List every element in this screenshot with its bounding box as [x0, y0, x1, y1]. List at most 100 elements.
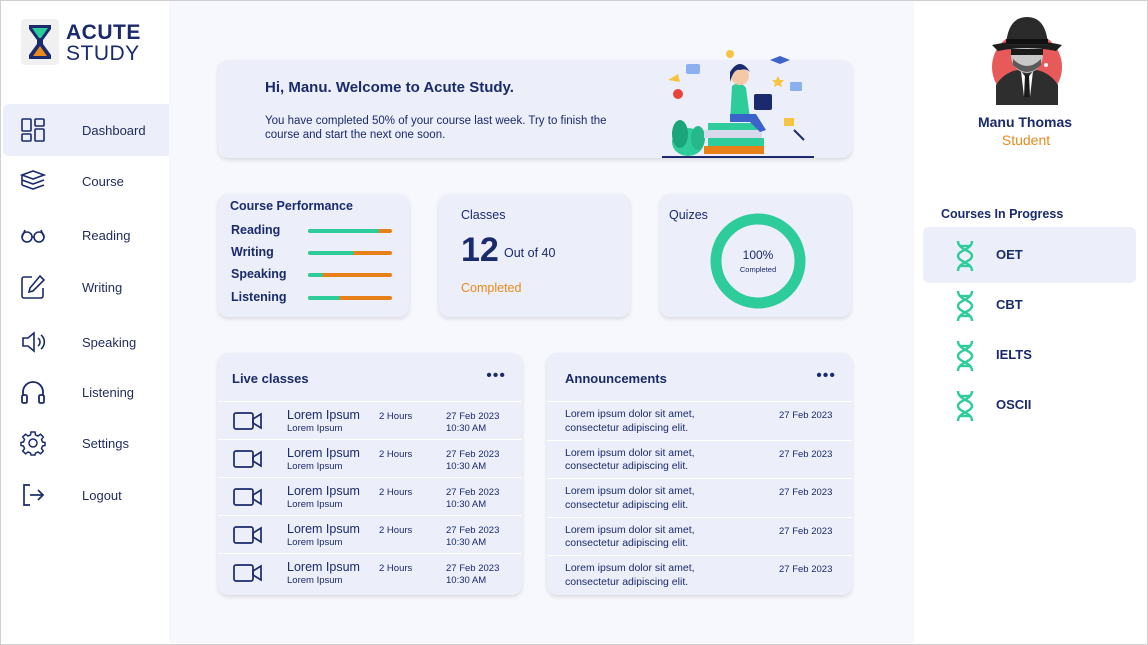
class-duration: 2 Hours: [379, 487, 413, 498]
nav-item-settings[interactable]: Settings: [3, 417, 186, 469]
class-duration: 2 Hours: [379, 525, 413, 536]
class-date: 27 Feb 2023: [446, 525, 500, 536]
welcome-text: You have completed 50% of your course la…: [265, 115, 607, 141]
nav-label: Dashboard: [82, 123, 146, 138]
class-time: 10:30 AM: [446, 536, 487, 548]
course-label: CBT: [996, 297, 1023, 312]
course-item-oscii[interactable]: OSCII: [923, 377, 1136, 433]
dna-icon: [956, 340, 974, 372]
class-time: 10:30 AM: [446, 460, 487, 472]
class-date: 27 Feb 2023: [446, 411, 500, 422]
announcement-date: 27 Feb 2023: [779, 448, 833, 460]
announcement-date: 27 Feb 2023: [779, 487, 833, 498]
announcement-date: 27 Feb 2023: [779, 525, 833, 537]
course-label: IELTS: [996, 347, 1032, 362]
table-row[interactable]: Lorem Ipsum Lorem Ipsum 2 Hours 27 Feb 2023…: [218, 439, 522, 477]
performance-row-writing: Writing: [231, 245, 401, 261]
classes-total: Out of 40: [504, 246, 556, 260]
quiz-percent: 100%: [742, 248, 774, 262]
performance-row-listening: Listening: [231, 290, 401, 306]
announcements-title: Announcements: [565, 371, 667, 386]
sidebar: ACUTE STUDY Dashboard Course Reading Wri…: [1, 1, 186, 643]
course-label: OET: [996, 247, 1023, 262]
logout-icon: [23, 484, 45, 506]
list-item[interactable]: Lorem ipsum dolor sit amet, consectetur …: [547, 516, 852, 556]
classes-status: Completed: [461, 281, 522, 295]
class-datetime: 27 Feb 2023 10:30 AM: [446, 487, 499, 510]
edit-icon: [21, 274, 46, 299]
dashboard-icon: [21, 118, 45, 142]
class-date: 27 Feb 2023: [446, 563, 500, 574]
class-subtitle: Lorem Ipsum: [287, 423, 343, 434]
video-camera-icon: [233, 488, 262, 506]
class-subtitle: Lorem Ipsum: [287, 499, 343, 510]
nav-label: Reading: [82, 228, 131, 243]
list-item[interactable]: Lorem ipsum dolor sit amet, consectetur …: [547, 401, 852, 440]
course-item-cbt[interactable]: CBT: [923, 277, 1136, 333]
nav-item-logout[interactable]: Logout: [3, 469, 186, 521]
class-time: 10:30 AM: [446, 498, 487, 510]
dna-icon: [956, 240, 974, 272]
course-item-oet[interactable]: OET: [923, 227, 1136, 283]
nav-item-writing[interactable]: Writing: [3, 261, 186, 313]
class-datetime: 27 Feb 2023 10:30 AM: [446, 449, 499, 472]
books-icon: [20, 170, 46, 190]
user-name: Manu Thomas: [977, 114, 1073, 130]
performance-bar: [308, 229, 392, 233]
avatar[interactable]: [990, 15, 1064, 105]
table-row[interactable]: Lorem Ipsum Lorem Ipsum 2 Hours 27 Feb 2023…: [218, 553, 522, 591]
table-row[interactable]: Lorem Ipsum Lorem Ipsum 2 Hours 27 Feb 2023…: [218, 477, 522, 515]
announcement-text: Lorem ipsum dolor sit amet, consectetur …: [565, 446, 695, 473]
class-title: Lorem Ipsum: [287, 446, 360, 460]
class-duration: 2 Hours: [379, 411, 413, 422]
performance-label: Reading: [231, 223, 281, 237]
main-content: Hi, Manu. Welcome to Acute Study. You ha…: [169, 1, 914, 643]
class-datetime: 27 Feb 2023 10:30 AM: [446, 563, 499, 586]
hourglass-logo-icon: [21, 19, 59, 65]
list-item[interactable]: Lorem ipsum dolor sit amet, consectetur …: [547, 478, 852, 517]
course-label: OSCII: [996, 397, 1032, 412]
class-subtitle: Lorem Ipsum: [287, 575, 343, 586]
nav-item-speaking[interactable]: Speaking: [3, 316, 186, 368]
quiz-label: Completed: [739, 265, 777, 274]
performance-label: Listening: [231, 290, 287, 304]
brand-logo[interactable]: ACUTE STUDY: [21, 19, 161, 69]
course-item-ielts[interactable]: IELTS: [923, 327, 1136, 383]
quizes-card: Quizes 100% Completed: [660, 194, 851, 317]
dna-icon: [956, 390, 974, 422]
video-camera-icon: [233, 412, 262, 430]
nav-label: Course: [82, 174, 124, 189]
list-item[interactable]: Lorem ipsum dolor sit amet, consectetur …: [547, 439, 852, 479]
nav-item-reading[interactable]: Reading: [3, 209, 186, 261]
speaker-icon: [22, 331, 46, 353]
list-item[interactable]: Lorem ipsum dolor sit amet, consectetur …: [547, 555, 852, 594]
nav-item-dashboard[interactable]: Dashboard: [3, 104, 186, 156]
user-role: Student: [1001, 132, 1051, 148]
class-datetime: 27 Feb 2023 10:30 AM: [446, 525, 499, 548]
nav-label: Settings: [82, 436, 129, 451]
class-date: 27 Feb 2023: [446, 449, 500, 460]
video-camera-icon: [233, 564, 262, 582]
more-options-button[interactable]: •••: [816, 367, 836, 385]
nav-item-course[interactable]: Course: [3, 155, 186, 207]
class-datetime: 27 Feb 2023 10:30 AM: [446, 411, 499, 434]
dna-icon: [956, 290, 974, 322]
class-duration: 2 Hours: [379, 449, 413, 460]
class-subtitle: Lorem Ipsum: [287, 537, 343, 548]
class-time: 10:30 AM: [446, 574, 487, 586]
table-row[interactable]: Lorem Ipsum Lorem Ipsum 2 Hours 27 Feb 2023…: [218, 515, 522, 553]
announcement-text: Lorem ipsum dolor sit amet, consectetur …: [565, 485, 695, 511]
live-classes-title: Live classes: [232, 371, 309, 386]
nav-item-listening[interactable]: Listening: [3, 366, 186, 418]
class-date: 27 Feb 2023: [446, 487, 500, 498]
announcement-date: 27 Feb 2023: [779, 564, 833, 575]
live-classes-list: Lorem Ipsum Lorem Ipsum 2 Hours 27 Feb 2023…: [218, 401, 522, 591]
class-time: 10:30 AM: [446, 422, 487, 434]
more-options-button[interactable]: •••: [486, 367, 506, 385]
table-row[interactable]: Lorem Ipsum Lorem Ipsum 2 Hours 27 Feb 2023…: [218, 401, 522, 439]
nav-label: Listening: [82, 385, 135, 400]
quizes-title: Quizes: [669, 208, 708, 222]
studying-girl-illustration: [662, 50, 814, 158]
announcement-text: Lorem ipsum dolor sit amet, consectetur …: [565, 523, 695, 550]
announcement-text: Lorem ipsum dolor sit amet, consectetur …: [565, 408, 695, 434]
